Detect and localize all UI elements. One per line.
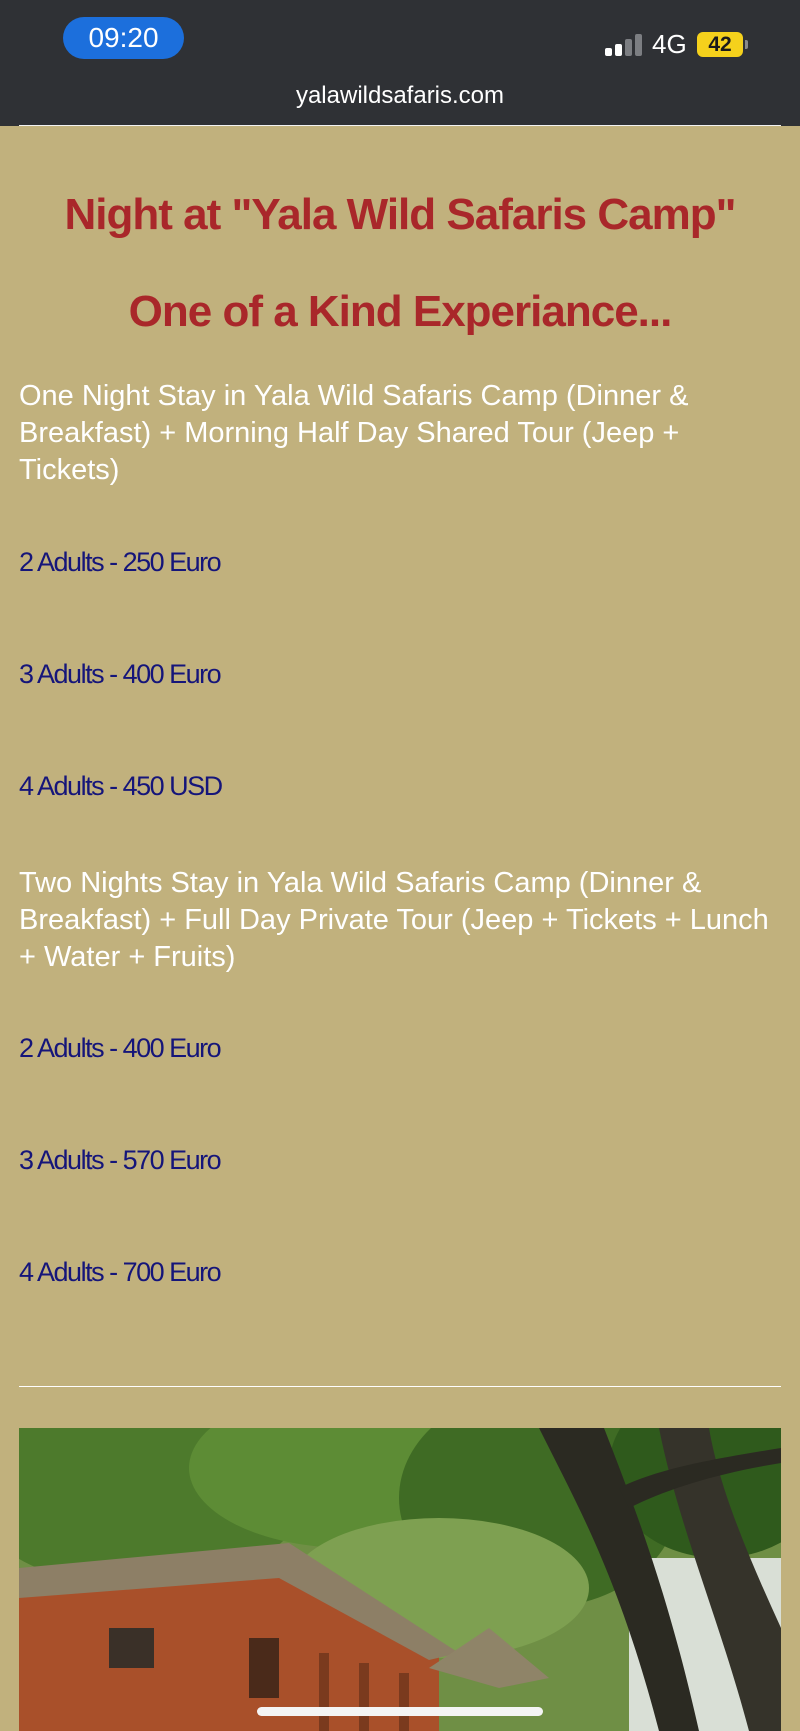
section-divider bbox=[19, 1386, 781, 1387]
price-item: 4 Adults - 450 USD bbox=[19, 771, 223, 801]
status-bar: 09:20 4G 42 yalawildsafaris.com bbox=[0, 0, 800, 126]
battery-tip bbox=[745, 40, 748, 49]
price-item: 2 Adults - 400 Euro bbox=[19, 1033, 222, 1063]
price-item: 2 Adults - 250 Euro bbox=[19, 547, 222, 577]
network-type: 4G bbox=[652, 29, 687, 59]
battery-icon: 42 bbox=[697, 32, 743, 57]
page-title: Night at "Yala Wild Safaris Camp" One of… bbox=[64, 190, 737, 336]
status-time: 09:20 bbox=[63, 17, 184, 59]
package-description: Two Nights Stay in Yala Wild Safaris Cam… bbox=[19, 867, 769, 973]
package-description: One Night Stay in Yala Wild Safaris Camp… bbox=[19, 380, 689, 486]
signal-strength-icon bbox=[605, 34, 645, 56]
price-item: 3 Adults - 570 Euro bbox=[19, 1145, 222, 1175]
header-divider bbox=[19, 125, 781, 126]
camp-photo bbox=[19, 1428, 781, 1731]
price-item: 4 Adults - 700 Euro bbox=[19, 1257, 222, 1287]
price-item: 3 Adults - 400 Euro bbox=[19, 659, 222, 689]
address-bar-url[interactable]: yalawildsafaris.com bbox=[0, 82, 800, 110]
home-indicator[interactable] bbox=[257, 1707, 543, 1716]
